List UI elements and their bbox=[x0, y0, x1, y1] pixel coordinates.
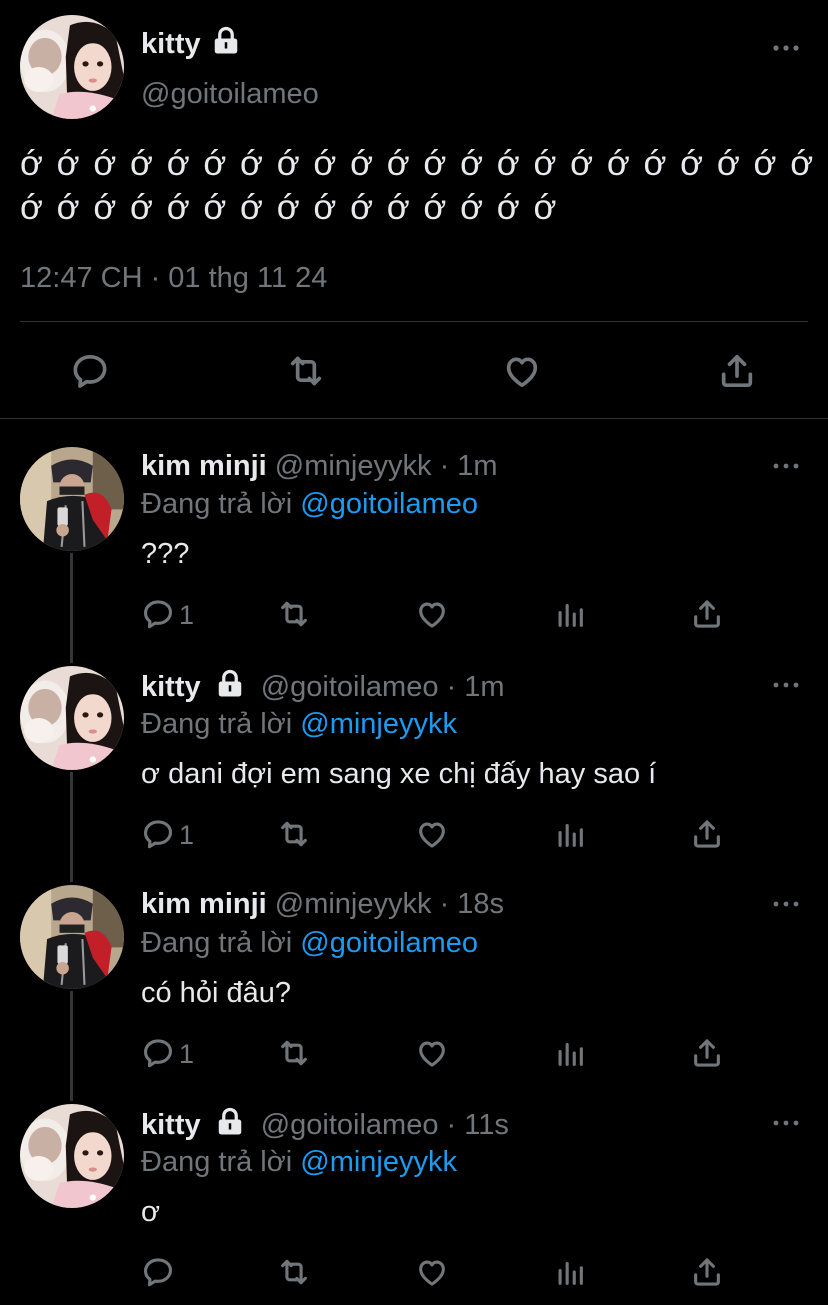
views-icon[interactable] bbox=[553, 597, 587, 631]
lock-icon bbox=[215, 669, 245, 707]
author-handle[interactable]: @goitoilameo bbox=[261, 671, 439, 703]
views-icon[interactable] bbox=[553, 1255, 587, 1289]
mention-link[interactable]: @minjeyykk bbox=[300, 1146, 457, 1178]
views-icon[interactable] bbox=[553, 1036, 587, 1070]
mention-link[interactable]: @minjeyykk bbox=[300, 708, 457, 740]
section-divider bbox=[0, 418, 828, 419]
more-icon[interactable] bbox=[771, 460, 801, 472]
mention-link[interactable]: @goitoilameo bbox=[300, 488, 478, 520]
reply-icon[interactable] bbox=[141, 1036, 175, 1070]
author-handle[interactable]: @minjeyykk bbox=[275, 888, 432, 920]
reply-count: 1 bbox=[179, 1039, 195, 1069]
share-icon[interactable] bbox=[717, 351, 757, 391]
author-name[interactable]: kitty bbox=[141, 26, 241, 64]
more-icon[interactable] bbox=[771, 898, 801, 910]
reply-text: có hỏi đâu? bbox=[141, 977, 291, 1009]
thread-line bbox=[70, 772, 73, 882]
more-icon[interactable] bbox=[771, 1117, 801, 1129]
retweet-icon[interactable] bbox=[277, 1255, 311, 1289]
author-name[interactable]: kitty bbox=[141, 671, 201, 703]
reply-icon[interactable] bbox=[70, 351, 110, 391]
retweet-icon[interactable] bbox=[286, 351, 326, 391]
like-icon[interactable] bbox=[415, 1036, 449, 1070]
reply-icon[interactable] bbox=[141, 817, 175, 851]
replying-to-label: Đang trả lời bbox=[141, 1146, 293, 1178]
author-name[interactable]: kim minji bbox=[141, 450, 267, 482]
author-handle[interactable]: @goitoilameo bbox=[261, 1109, 439, 1141]
lock-icon bbox=[211, 26, 241, 64]
avatar[interactable] bbox=[20, 15, 124, 119]
like-icon[interactable] bbox=[415, 1255, 449, 1289]
views-icon[interactable] bbox=[553, 817, 587, 851]
reply-icon[interactable] bbox=[141, 1255, 175, 1289]
author-name[interactable]: kitty bbox=[141, 1109, 201, 1141]
reply-text: ơ bbox=[141, 1196, 161, 1228]
author-handle[interactable]: @minjeyykk bbox=[275, 450, 432, 482]
tweet-timestamp[interactable]: 12:47 CH · 01 thg 11 24 bbox=[20, 262, 327, 295]
tweet-text: ớ ớ ớ ớ ớ ớ ớ ớ ớ ớ ớ ớ ớ ớ ớ ớ ớ ớ ớ ớ … bbox=[20, 144, 816, 227]
reply-time[interactable]: · 1m bbox=[447, 671, 505, 703]
avatar[interactable] bbox=[20, 666, 124, 770]
share-icon[interactable] bbox=[690, 817, 724, 851]
share-icon[interactable] bbox=[690, 597, 724, 631]
reply-text: ơ dani đợi em sang xe chị đấy hay sao í bbox=[141, 758, 657, 790]
more-icon[interactable] bbox=[771, 679, 801, 691]
reply-time[interactable]: · 18s bbox=[440, 888, 504, 920]
retweet-icon[interactable] bbox=[277, 1036, 311, 1070]
reply-time[interactable]: · 11s bbox=[447, 1109, 509, 1141]
reply-time[interactable]: · 1m bbox=[440, 450, 498, 482]
replying-to-label: Đang trả lời bbox=[141, 488, 293, 520]
like-icon[interactable] bbox=[415, 597, 449, 631]
like-icon[interactable] bbox=[502, 351, 542, 391]
reply-count: 1 bbox=[179, 600, 195, 630]
replying-to-label: Đang trả lời bbox=[141, 708, 293, 740]
avatar[interactable] bbox=[20, 1104, 124, 1208]
more-icon[interactable] bbox=[771, 42, 801, 54]
retweet-icon[interactable] bbox=[277, 597, 311, 631]
mention-link[interactable]: @goitoilameo bbox=[300, 927, 478, 959]
replying-to-label: Đang trả lời bbox=[141, 927, 293, 959]
avatar[interactable] bbox=[20, 885, 124, 989]
thread-line bbox=[70, 991, 73, 1101]
thread-line bbox=[70, 553, 73, 663]
retweet-icon[interactable] bbox=[277, 817, 311, 851]
like-icon[interactable] bbox=[415, 817, 449, 851]
share-icon[interactable] bbox=[690, 1036, 724, 1070]
avatar[interactable] bbox=[20, 447, 124, 551]
reply-text: ??? bbox=[141, 538, 190, 570]
lock-icon bbox=[215, 1107, 245, 1145]
author-name[interactable]: kim minji bbox=[141, 888, 267, 920]
reply-count: 1 bbox=[179, 820, 195, 850]
author-handle[interactable]: @goitoilameo bbox=[141, 78, 319, 111]
divider bbox=[20, 321, 808, 322]
share-icon[interactable] bbox=[690, 1255, 724, 1289]
reply-icon[interactable] bbox=[141, 597, 175, 631]
